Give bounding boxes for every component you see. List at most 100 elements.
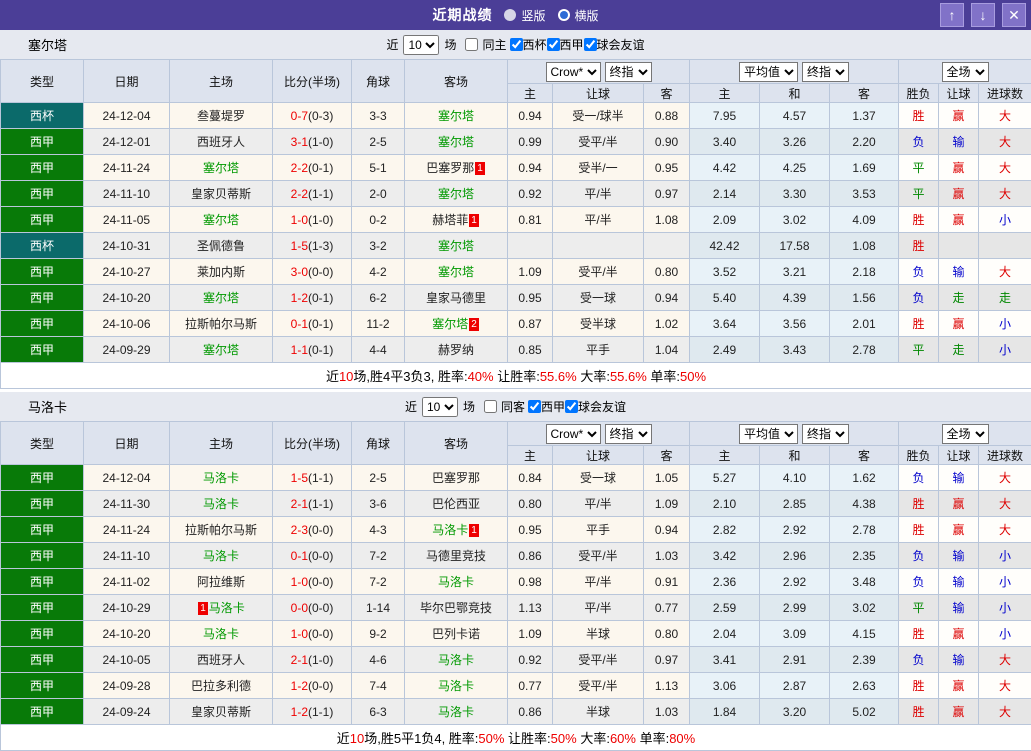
rank-badge: 1 [475, 162, 485, 175]
move-down-button[interactable]: ↓ [971, 3, 995, 27]
result-wdl-cell: 平 [899, 337, 939, 363]
avg-away-cell: 1.69 [830, 155, 899, 181]
average-select[interactable]: 平均值 [739, 424, 798, 444]
subheader-result-wdl: 胜负 [899, 84, 939, 103]
avg-away-cell: 2.78 [830, 517, 899, 543]
match-row: 西甲24-11-30马洛卡2-1(1-1)3-6巴伦西亚0.80平/半1.092… [1, 491, 1031, 517]
team-label: 巴伦西亚 [432, 497, 480, 511]
bookmaker-period-select[interactable]: 终指 [605, 62, 652, 82]
move-up-button[interactable]: ↑ [940, 3, 964, 27]
header-type: 类型 [1, 60, 84, 103]
league-checkbox[interactable] [510, 38, 523, 51]
radio-unselected-icon[interactable] [504, 9, 516, 21]
avg-draw-cell: 3.30 [760, 181, 830, 207]
avg-home-cell: 2.49 [690, 337, 760, 363]
portrait-radio-option[interactable]: 竖版 [504, 7, 545, 24]
team-name: 马洛卡 [28, 397, 67, 416]
team-label: 西班牙人 [197, 135, 245, 149]
avg-draw-cell: 2.96 [760, 543, 830, 569]
bookmaker-select[interactable]: Crow* [546, 424, 601, 444]
full-time-score: 2-2 [291, 161, 308, 175]
header-date: 日期 [84, 60, 170, 103]
match-type-badge: 西甲 [1, 207, 84, 233]
corners-cell: 11-2 [352, 311, 405, 337]
avg-home-cell: 7.95 [690, 103, 760, 129]
recent-count-select[interactable]: 10 [422, 397, 458, 417]
match-type-badge: 西甲 [1, 699, 84, 725]
result-handicap-cell: 赢 [939, 103, 979, 129]
league-filter[interactable]: 西甲 [528, 398, 565, 415]
scope-select[interactable]: 全场 [942, 424, 989, 444]
avg-home-cell: 5.27 [690, 465, 760, 491]
league-filter[interactable]: 球会友谊 [584, 36, 645, 53]
bookmaker-period-select[interactable]: 终指 [605, 424, 652, 444]
away-team-cell: 塞尔塔 [405, 233, 508, 259]
corners-cell: 4-4 [352, 337, 405, 363]
result-wdl-cell: 负 [899, 285, 939, 311]
team-label: 赫塔菲 [432, 213, 468, 227]
avg-draw-cell: 3.43 [760, 337, 830, 363]
average-period-select[interactable]: 终指 [802, 424, 849, 444]
odds-away-cell: 0.91 [644, 569, 690, 595]
recent-count-select[interactable]: 10 [403, 35, 439, 55]
bookmaker-select[interactable]: Crow* [546, 62, 601, 82]
league-label: 球会友谊 [597, 36, 645, 53]
home-team-cell: 西班牙人 [170, 647, 273, 673]
odds-away-cell: 1.05 [644, 465, 690, 491]
away-team-cell: 赫罗纳 [405, 337, 508, 363]
home-team-cell: 圣佩德鲁 [170, 233, 273, 259]
odds-home-cell: 0.81 [508, 207, 553, 233]
team-label: 毕尔巴鄂竞技 [420, 601, 492, 615]
summary-text: 近10场,胜5平1负4, 胜率:50% 让胜率:50% 大率:60% 单率:80… [1, 725, 1031, 751]
match-row: 西甲24-11-05塞尔塔1-0(1-0)0-2赫塔菲10.81平/半1.082… [1, 207, 1031, 233]
team-label: 塞尔塔 [438, 135, 474, 149]
subheader-odds-away: 客 [644, 446, 690, 465]
team-label: 马洛卡 [203, 497, 239, 511]
league-checkbox[interactable] [528, 400, 541, 413]
league-filter[interactable]: 球会友谊 [565, 398, 626, 415]
avg-away-cell: 1.56 [830, 285, 899, 311]
result-wdl-cell: 胜 [899, 103, 939, 129]
team-label: 拉斯帕尔马斯 [185, 317, 257, 331]
league-filter[interactable]: 西甲 [547, 36, 584, 53]
score-cell: 2-3(0-0) [273, 517, 352, 543]
match-type-badge: 西甲 [1, 647, 84, 673]
average-select[interactable]: 平均值 [739, 62, 798, 82]
match-type-badge: 西甲 [1, 569, 84, 595]
league-checkbox[interactable] [547, 38, 560, 51]
team-label: 马德里竞技 [426, 549, 486, 563]
match-row: 西杯24-12-04叁蔓堤罗0-7(0-3)3-3塞尔塔0.94受一/球半0.8… [1, 103, 1031, 129]
avg-draw-cell: 2.99 [760, 595, 830, 621]
corners-cell: 6-3 [352, 699, 405, 725]
league-filter[interactable]: 西杯 [510, 36, 547, 53]
average-period-select[interactable]: 终指 [802, 62, 849, 82]
subheader-odds-away: 客 [644, 84, 690, 103]
avg-home-cell: 2.10 [690, 491, 760, 517]
same-venue-checkbox[interactable] [484, 400, 497, 413]
scope-select[interactable]: 全场 [942, 62, 989, 82]
home-team-cell: 塞尔塔 [170, 207, 273, 233]
landscape-radio-option[interactable]: 横版 [558, 7, 599, 24]
home-team-cell: 马洛卡 [170, 543, 273, 569]
radio-selected-icon[interactable] [558, 9, 570, 21]
score-cell: 3-0(0-0) [273, 259, 352, 285]
result-goals-cell: 小 [979, 337, 1031, 363]
odds-away-cell: 0.97 [644, 181, 690, 207]
league-checkbox[interactable] [584, 38, 597, 51]
league-checkbox[interactable] [565, 400, 578, 413]
handicap-cell: 受一球 [553, 285, 644, 311]
full-time-score: 3-0 [291, 265, 308, 279]
half-time-score: (0-1) [308, 161, 333, 175]
avg-draw-cell: 2.92 [760, 517, 830, 543]
away-team-cell: 马洛卡 [405, 673, 508, 699]
match-type-badge: 西甲 [1, 595, 84, 621]
result-goals-cell: 小 [979, 207, 1031, 233]
team-label: 赫罗纳 [438, 343, 474, 357]
team-section-celta: 塞尔塔 近 10 场 同主 西杯西甲球会友谊 类型 日期 主场 比分(半场) 角… [0, 30, 1031, 389]
avg-away-cell: 2.39 [830, 647, 899, 673]
same-venue-label: 同主 [482, 36, 506, 53]
same-venue-checkbox[interactable] [465, 38, 478, 51]
close-button[interactable]: ✕ [1002, 3, 1026, 27]
corners-cell: 3-3 [352, 103, 405, 129]
avg-away-cell: 3.48 [830, 569, 899, 595]
